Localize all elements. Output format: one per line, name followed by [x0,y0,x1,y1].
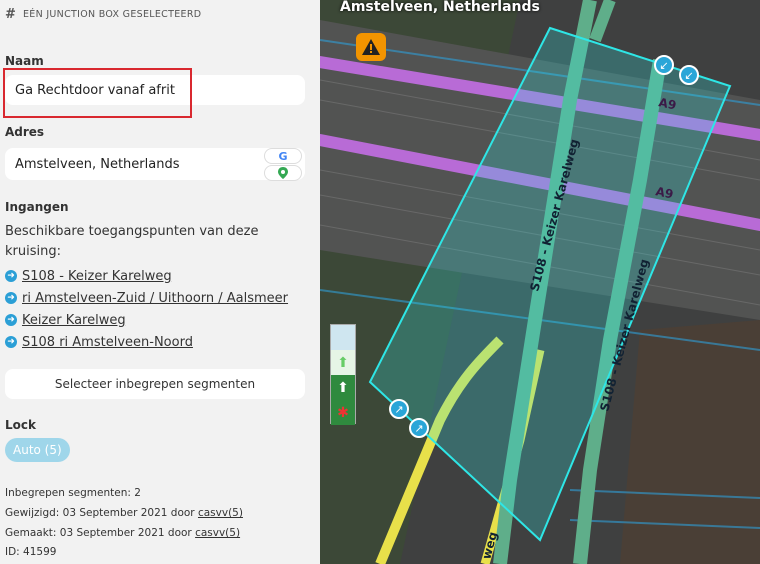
entry-link[interactable]: ➜ Keizer Karelweg [5,309,288,331]
map-location-title: Amstelveen, Netherlands [340,0,540,15]
entries-label: Ingangen [5,200,69,214]
entry-node-icon[interactable]: ↙ [654,55,674,75]
junction-box-icon: # [5,7,16,22]
entry-node-icon[interactable]: ↗ [389,399,409,419]
name-field-highlight [3,68,192,118]
map-view[interactable]: S108 - Keizer Karelweg S108 - Keizer Kar… [320,0,760,564]
panel-header: # EÉN JUNCTION BOX GESELECTEERD [5,7,201,22]
arrow-right-icon: ➜ [5,292,17,304]
warning-icon[interactable] [356,33,386,61]
entry-node-icon[interactable]: ↙ [679,65,699,85]
arrow-right-icon: ➜ [5,336,17,348]
name-label: Naam [5,54,44,68]
created-user-link[interactable]: casvv(5) [195,527,240,539]
app: # EÉN JUNCTION BOX GESELECTEERD Naam Ga … [0,0,760,564]
panel-header-title: EÉN JUNCTION BOX GESELECTEERD [23,9,202,20]
entry-link[interactable]: ➜ S108 ri Amstelveen-Noord [5,331,288,353]
created-info: Gemaakt: 03 September 2021 door casvv(5) [5,527,241,539]
junction-box-panel: # EÉN JUNCTION BOX GESELECTEERD Naam Ga … [0,0,320,564]
address-label: Adres [5,125,45,139]
arrow-up-icon[interactable]: ⬆ [331,375,355,400]
junction-id: ID: 41599 [5,546,57,558]
address-field[interactable]: Amstelveen, Netherlands [5,148,305,180]
turn-guidance-strip: ⬆ ⬆ ✱ [330,324,356,425]
google-maps-icon[interactable] [264,165,302,181]
arrow-right-icon: ➜ [5,270,17,282]
map-canvas: S108 - Keizer Karelweg S108 - Keizer Kar… [320,0,760,564]
google-search-icon[interactable]: G [264,148,302,164]
modified-user-link[interactable]: casvv(5) [198,507,243,519]
entry-node-icon[interactable]: ↗ [409,418,429,438]
modified-info: Gewijzigd: 03 September 2021 door casvv(… [5,507,243,519]
guidance-empty-slot [331,325,355,350]
lock-label: Lock [5,418,36,432]
entries-description: Beschikbare toegangspunten van deze krui… [5,224,259,259]
lock-level-badge[interactable]: Auto (5) [5,438,70,462]
segments-count: Inbegrepen segmenten: 2 [5,487,141,499]
entry-link[interactable]: ➜ ri Amstelveen-Zuid / Uithoorn / Aalsmee… [5,287,288,309]
entry-link[interactable]: ➜ S108 - Keizer Karelweg [5,265,288,287]
entries-list: ➜ S108 - Keizer Karelweg ➜ ri Amstelveen-Z… [5,265,288,353]
pedestrian-icon[interactable]: ✱ [331,400,355,425]
select-segments-button[interactable]: Selecteer inbegrepen segmenten [5,369,305,399]
arrow-right-icon: ➜ [5,314,17,326]
arrow-up-icon[interactable]: ⬆ [331,350,355,375]
